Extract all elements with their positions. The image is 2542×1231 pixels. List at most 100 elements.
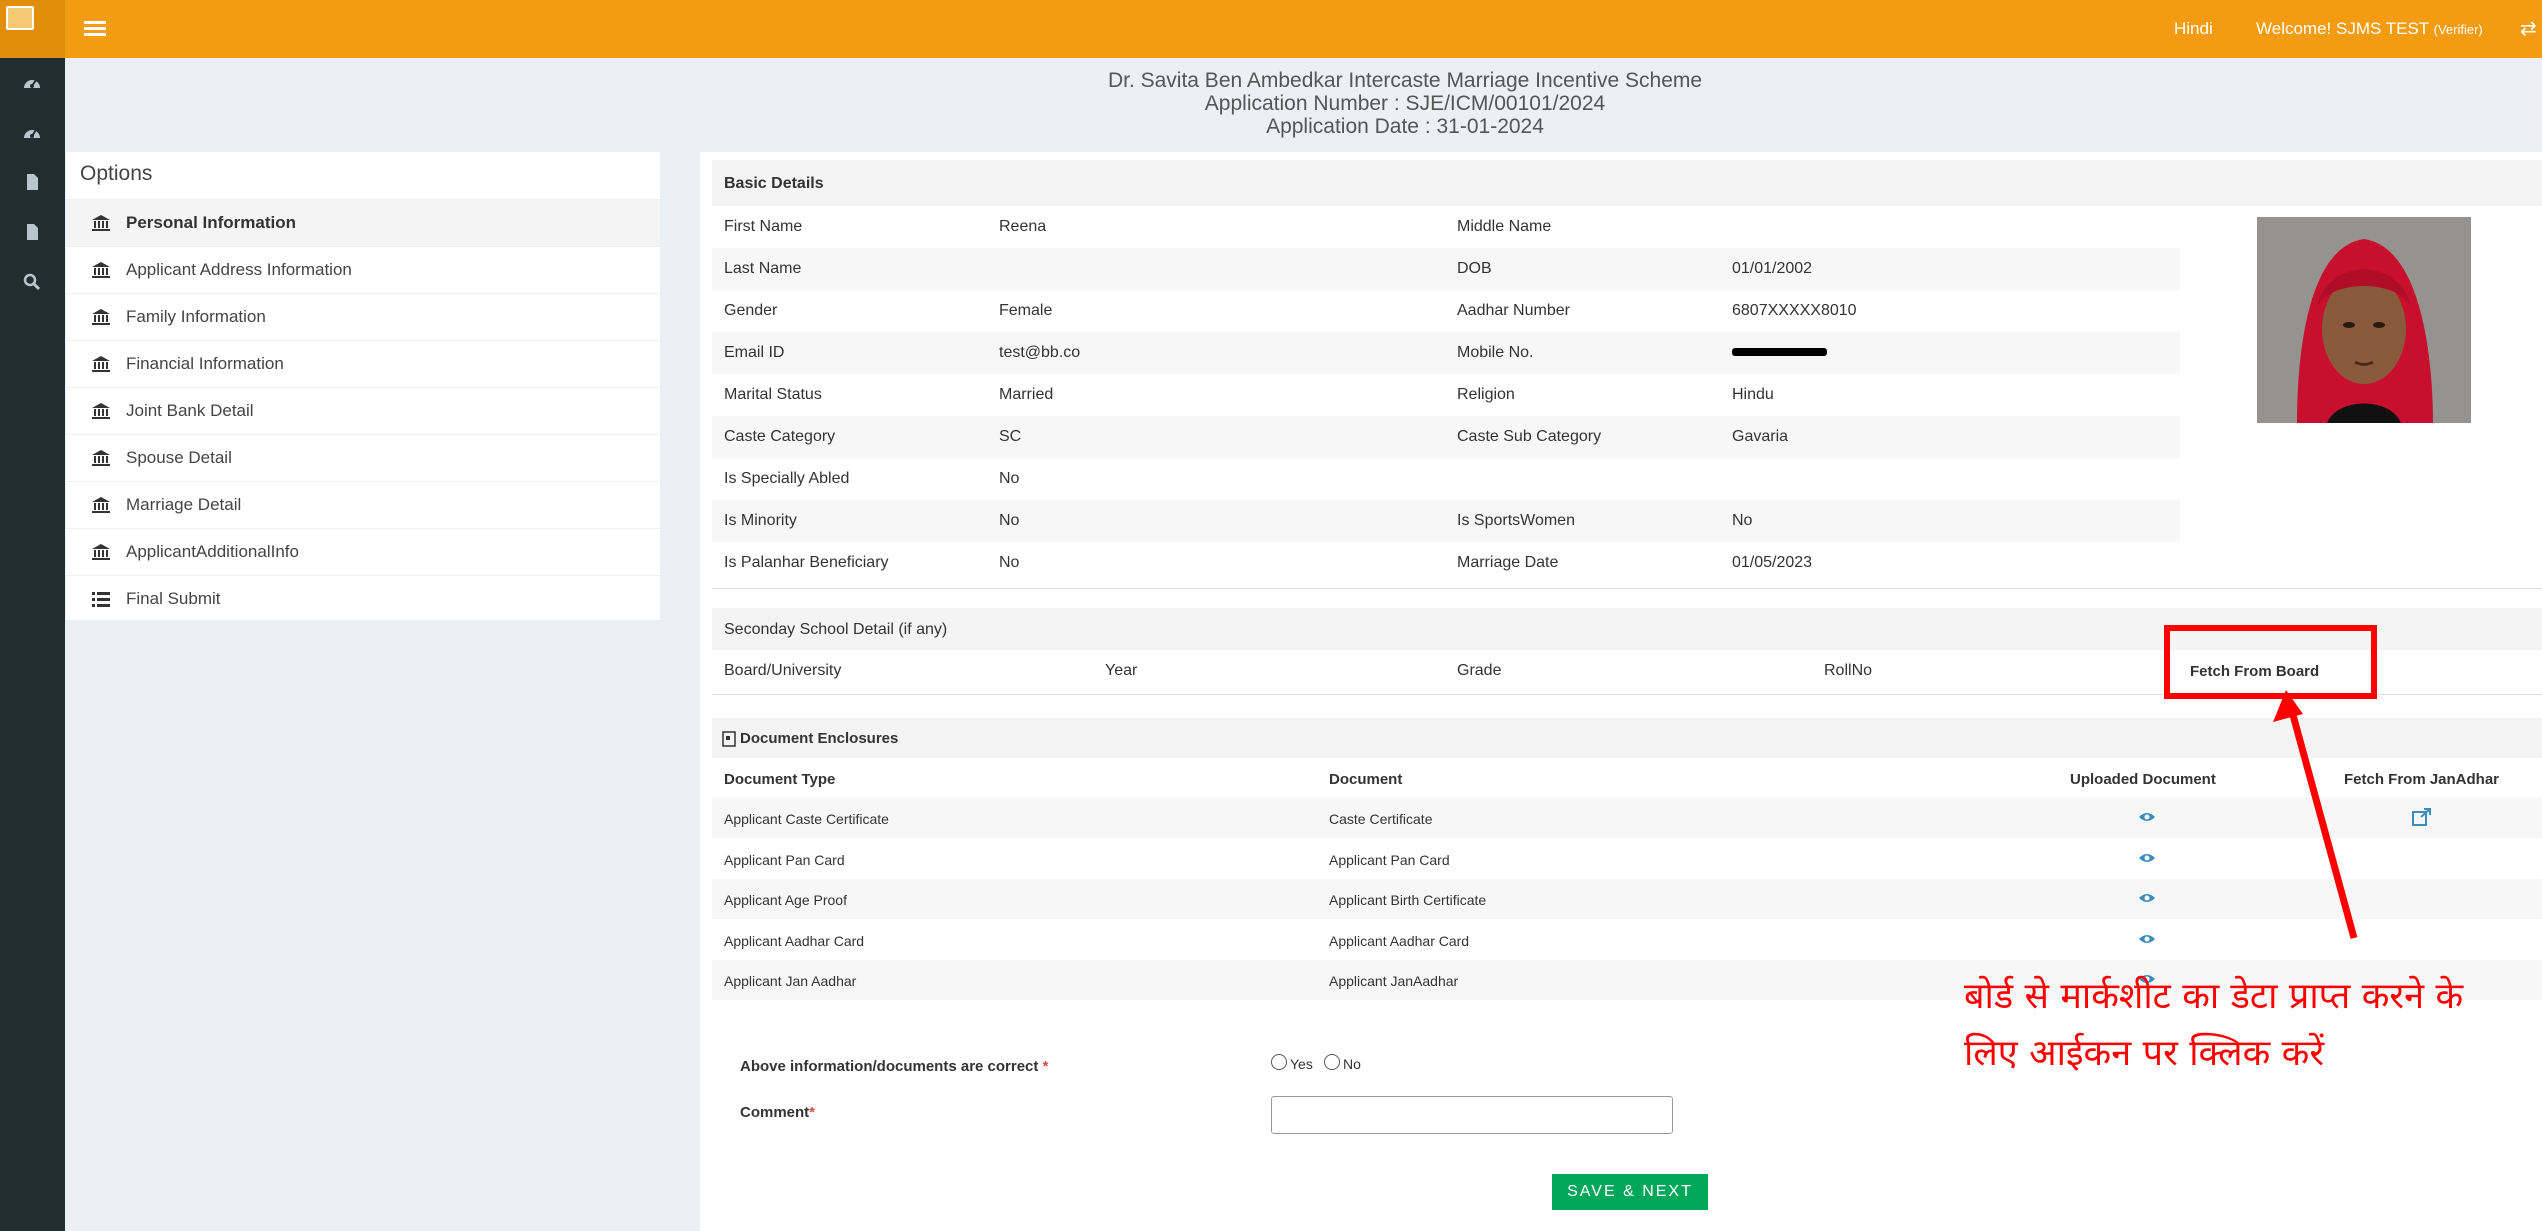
detail-row: Is Minority No Is SportsWomen No [712, 500, 2180, 542]
document-row: Applicant Caste Certificate Caste Certifi… [712, 798, 2542, 838]
eye-icon[interactable] [2138, 891, 2156, 905]
swap-icon[interactable]: ⇄ [2520, 16, 2537, 41]
dashboard-icon[interactable] [22, 73, 42, 91]
bank-icon [92, 403, 110, 419]
comment-label: Comment* [740, 1104, 815, 1121]
redacted-mobile [1732, 348, 1827, 356]
file-icon[interactable] [22, 223, 42, 241]
eye-icon[interactable] [2138, 810, 2156, 824]
top-navbar: Hindi Welcome! SJMS TEST (Verifier) ⇄ [0, 0, 2542, 58]
col-board: Board/University [724, 662, 842, 679]
sidebar-item-personal-information[interactable]: Personal Information [66, 199, 660, 246]
field-label: First Name [724, 218, 803, 235]
document-name: Caste Certificate [1329, 811, 1433, 827]
confirm-label: Above information/documents are correct … [740, 1058, 1048, 1075]
bank-icon [92, 544, 110, 560]
sidebar-item-applicant-address-information[interactable]: Applicant Address Information [66, 246, 660, 293]
document-row: Applicant Aadhar Card Applicant Aadhar Ca… [712, 920, 2542, 960]
field-value: Hindu [1732, 386, 1774, 403]
field-value: No [999, 512, 1020, 529]
field-value: 6807XXXXX8010 [1732, 302, 1857, 319]
field-label: Is Palanhar Beneficiary [724, 554, 889, 571]
field-label: Marriage Date [1457, 554, 1559, 571]
document-type: Applicant Jan Aadhar [724, 973, 857, 989]
document-type: Applicant Aadhar Card [724, 932, 865, 949]
field-label: Email ID [724, 344, 785, 361]
field-label: Is Specially Abled [724, 470, 850, 487]
document-name: Applicant Aadhar Card [1329, 932, 1470, 949]
detail-row: Marital Status Married Religion Hindu [712, 374, 2180, 416]
sidebar-item-label: Financial Information [126, 354, 284, 373]
sidebar-item-financial-information[interactable]: Financial Information [66, 340, 660, 387]
field-label: Last Name [724, 260, 802, 277]
no-label: No [1343, 1056, 1361, 1072]
sidebar-item-label: Joint Bank Detail [126, 401, 254, 420]
sidebar-item-marriage-detail[interactable]: Marriage Detail [66, 481, 660, 528]
field-value: No [999, 554, 1020, 571]
detail-row: Last Name DOB 01/01/2002 [712, 248, 2180, 290]
sidebar-item-final-submit[interactable]: Final Submit [66, 575, 660, 622]
no-radio[interactable] [1324, 1054, 1340, 1070]
field-value: Married [999, 386, 1054, 403]
field-value: test@bb.co [999, 344, 1081, 361]
comment-input[interactable] [1271, 1096, 1673, 1134]
document-icon [722, 731, 736, 747]
basic-details-title: Basic Details [724, 175, 824, 192]
document-type: Applicant Pan Card [724, 851, 845, 868]
detail-row: Email ID test@bb.co Mobile No. [712, 332, 2180, 374]
hamburger-icon[interactable] [84, 18, 106, 40]
sidebar-item-applicantadditionalinfo[interactable]: ApplicantAdditionalInfo [66, 528, 660, 575]
detail-row: First Name Reena Middle Name [712, 206, 2180, 248]
search-icon[interactable] [22, 273, 42, 291]
field-value: 01/05/2023 [1732, 554, 1813, 571]
eye-icon[interactable] [2138, 851, 2156, 865]
yes-radio[interactable] [1271, 1054, 1287, 1070]
sidebar-item-label: Marriage Detail [126, 495, 242, 514]
documents-title: Document Enclosures [740, 730, 899, 747]
language-link[interactable]: Hindi [2174, 19, 2213, 39]
documents-columns: Document Type Document Uploaded Document… [712, 758, 2542, 798]
eye-icon[interactable] [2138, 932, 2156, 946]
sidebar-item-label: Personal Information [126, 213, 297, 232]
dashboard-icon[interactable] [22, 123, 42, 141]
application-date: Application Date : 31-01-2024 [1266, 115, 1544, 138]
field-label: Middle Name [1457, 218, 1552, 235]
documents-header: Document Enclosures [712, 718, 2542, 758]
col-document: Document [1329, 771, 1403, 788]
logo[interactable] [0, 0, 65, 58]
save-next-button[interactable]: SAVE & NEXT [1552, 1174, 1708, 1210]
comment-label-text: Comment [740, 1104, 810, 1121]
field-label: Caste Category [724, 428, 836, 445]
external-link-icon[interactable] [2412, 808, 2432, 826]
required-mark: * [1042, 1058, 1049, 1075]
annotation-text: बोर्ड से मार्कशीट का डेटा प्राप्त करने क… [1964, 976, 2464, 1074]
field-value: Gavaria [1732, 428, 1789, 445]
document-name: Applicant JanAadhar [1329, 973, 1459, 989]
file-icon[interactable] [22, 173, 42, 191]
field-value: 01/01/2002 [1732, 260, 1813, 277]
field-label: Religion [1457, 386, 1515, 403]
sidebar-item-label: Spouse Detail [126, 448, 232, 467]
sidebar-item-label: ApplicantAdditionalInfo [126, 542, 299, 561]
field-value: Reena [999, 218, 1047, 235]
bank-icon [92, 262, 110, 278]
sidebar-item-spouse-detail[interactable]: Spouse Detail [66, 434, 660, 481]
options-panel: Options Personal Information Applicant Ad… [66, 152, 660, 620]
detail-row: Caste Category SC Caste Sub Category Gavari… [712, 416, 2180, 458]
sidebar-item-family-information[interactable]: Family Information [66, 293, 660, 340]
col-uploaded-document: Uploaded Document [2070, 771, 2216, 788]
scheme-title: Dr. Savita Ben Ambedkar Intercaste Marri… [1107, 69, 1703, 92]
user-menu[interactable]: Welcome! SJMS TEST (Verifier) [2256, 19, 2483, 39]
detail-row: Is Palanhar Beneficiary No Marriage Date 01… [712, 542, 2180, 584]
field-label: Caste Sub Category [1457, 428, 1602, 445]
broken-image-icon [6, 6, 34, 30]
col-grade: Grade [1457, 662, 1502, 679]
document-row: Applicant Pan Card Applicant Pan Card [712, 839, 2542, 879]
bank-icon [92, 450, 110, 466]
detail-row: Gender Female Aadhar Number 6807XXXXX8010 [712, 290, 2180, 332]
applicant-photo [2257, 217, 2471, 423]
field-label: Mobile No. [1457, 344, 1534, 361]
school-title: Seconday School Detail (if any) [724, 621, 948, 638]
col-fetch-janadhar: Fetch From JanAdhar [2344, 771, 2500, 788]
sidebar-item-joint-bank-detail[interactable]: Joint Bank Detail [66, 387, 660, 434]
